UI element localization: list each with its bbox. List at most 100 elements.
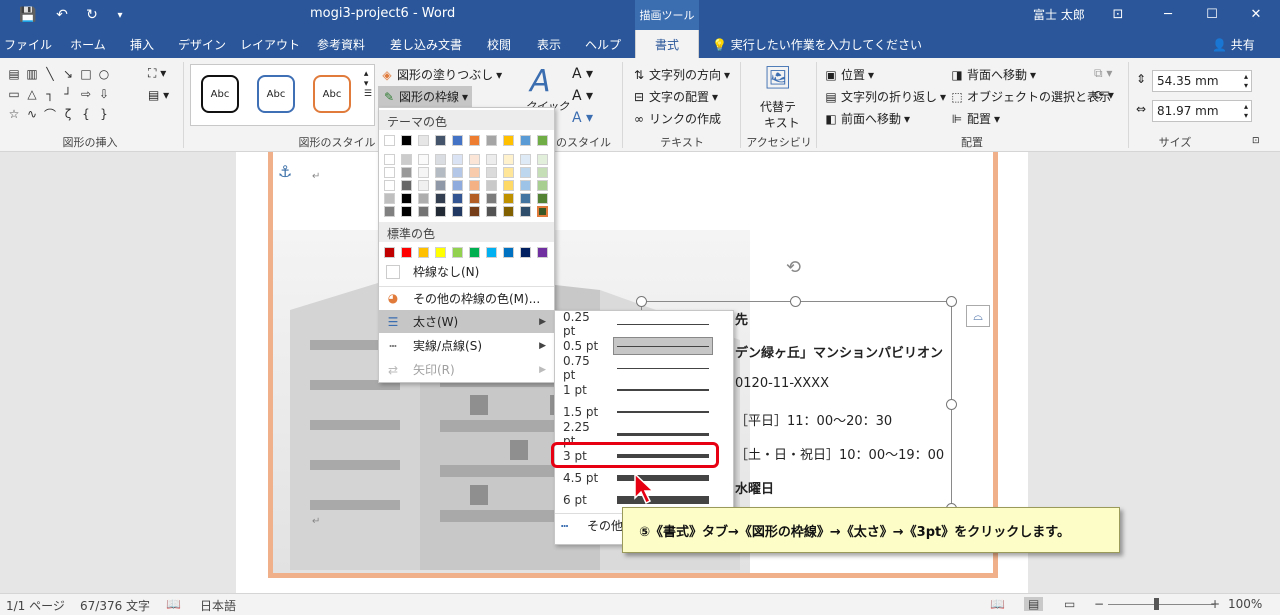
zoom-slider[interactable]: [1108, 604, 1214, 605]
freeform-icon[interactable]: ⌒: [42, 106, 58, 122]
theme-color-swatch[interactable]: [537, 135, 548, 146]
rotate-objects-icon[interactable]: ⟳ ▾: [1094, 88, 1114, 102]
theme-color-shade-swatch[interactable]: [520, 206, 531, 217]
more-outline-colors-item[interactable]: ◕ その他の枠線の色(M)...: [379, 286, 554, 309]
theme-color-shade-swatch[interactable]: [469, 206, 480, 217]
print-layout-icon[interactable]: ▤: [1024, 597, 1044, 611]
save-icon[interactable]: 💾: [16, 4, 40, 26]
standard-color-swatch[interactable]: [452, 247, 463, 258]
tab-format[interactable]: 書式: [635, 30, 699, 58]
theme-color-shade-swatch[interactable]: [469, 154, 480, 165]
theme-color-swatch[interactable]: [384, 135, 395, 146]
brace-left-icon[interactable]: {: [78, 106, 94, 122]
theme-color-shade-swatch[interactable]: [503, 167, 514, 178]
draw-text-box-icon[interactable]: ▤ ▾: [148, 88, 169, 102]
size-dialog-launcher-icon[interactable]: ⊡: [1252, 136, 1260, 146]
weight-item[interactable]: ☰ 太さ(W) ▶: [379, 310, 554, 333]
tab-view[interactable]: 表示: [526, 30, 572, 58]
read-mode-icon[interactable]: 📖: [990, 597, 1005, 611]
tab-help[interactable]: ヘルプ: [576, 30, 630, 58]
triangle-icon[interactable]: △: [24, 86, 40, 102]
theme-color-shade-swatch[interactable]: [452, 193, 463, 204]
language[interactable]: 日本語: [200, 597, 236, 614]
theme-color-shade-swatch[interactable]: [452, 167, 463, 178]
theme-color-swatch[interactable]: [435, 135, 446, 146]
curve-icon[interactable]: ∿: [24, 106, 40, 122]
theme-color-shade-swatch[interactable]: [520, 180, 531, 191]
theme-color-shade-swatch[interactable]: [452, 206, 463, 217]
bring-forward-button[interactable]: ◧ 前面へ移動 ▾: [824, 110, 910, 127]
gallery-scroll-icon[interactable]: ▴ ▾ ☰: [364, 69, 372, 99]
standard-color-swatch[interactable]: [503, 247, 514, 258]
tab-design[interactable]: デザイン: [170, 30, 234, 58]
theme-color-swatch[interactable]: [418, 135, 429, 146]
theme-color-shade-swatch[interactable]: [537, 180, 548, 191]
align-text-button[interactable]: ⊟ 文字の配置 ▾: [632, 88, 718, 105]
standard-color-swatch[interactable]: [486, 247, 497, 258]
theme-color-shade-swatch[interactable]: [401, 206, 412, 217]
theme-color-shade-swatch[interactable]: [486, 180, 497, 191]
theme-color-shade-swatch[interactable]: [503, 154, 514, 165]
share-button[interactable]: 👤 共有: [1212, 36, 1255, 53]
down-arrow-icon[interactable]: ⇩: [96, 86, 112, 102]
rect2-icon[interactable]: ▭: [6, 86, 22, 102]
theme-color-shade-swatch[interactable]: [537, 167, 548, 178]
shape-width-input[interactable]: 81.97 mm ▴ ▾: [1152, 100, 1252, 122]
rectangle-icon[interactable]: □: [78, 66, 94, 82]
width-spinner-icon[interactable]: ▴ ▾: [1244, 102, 1248, 120]
shape-fill-button[interactable]: ◈ 図形の塗りつぶし ▾: [380, 66, 502, 83]
word-count[interactable]: 67/376 文字: [80, 597, 150, 614]
tab-mailings[interactable]: 差し込み文書: [380, 30, 472, 58]
page-count[interactable]: 1/1 ページ: [6, 597, 65, 614]
theme-color-shade-swatch[interactable]: [486, 193, 497, 204]
vertical-text-box-icon[interactable]: ▥: [24, 66, 40, 82]
theme-color-shade-swatch[interactable]: [537, 206, 548, 217]
theme-color-shade-swatch[interactable]: [520, 167, 531, 178]
theme-color-shade-swatch[interactable]: [435, 167, 446, 178]
oval-icon[interactable]: ○: [96, 66, 112, 82]
theme-color-shade-swatch[interactable]: [401, 154, 412, 165]
minimize-button[interactable]: ─: [1148, 2, 1188, 26]
tab-layout[interactable]: レイアウト: [236, 30, 304, 58]
text-box-icon[interactable]: ▤: [6, 66, 22, 82]
create-link-button[interactable]: ∞ リンクの作成: [632, 110, 721, 127]
alt-text-label-2[interactable]: キスト: [764, 114, 800, 131]
theme-color-shade-swatch[interactable]: [401, 167, 412, 178]
theme-color-shade-swatch[interactable]: [520, 154, 531, 165]
resize-handle[interactable]: [636, 296, 647, 307]
theme-color-shade-swatch[interactable]: [435, 193, 446, 204]
connector-icon[interactable]: ┐: [42, 86, 58, 102]
standard-color-swatch[interactable]: [469, 247, 480, 258]
theme-color-shade-swatch[interactable]: [384, 193, 395, 204]
text-fill-icon[interactable]: A ▾: [572, 66, 593, 82]
theme-color-shade-swatch[interactable]: [435, 180, 446, 191]
text-effects-icon[interactable]: A ▾: [572, 110, 593, 126]
edit-shape-icon[interactable]: ⛶ ▾: [148, 66, 166, 81]
theme-color-swatch[interactable]: [486, 135, 497, 146]
style-preset-blue[interactable]: Abc: [257, 75, 295, 113]
tab-file[interactable]: ファイル: [0, 30, 56, 58]
group-objects-icon[interactable]: ⧉ ▾: [1094, 66, 1112, 81]
theme-color-shade-swatch[interactable]: [486, 154, 497, 165]
line-icon[interactable]: ╲: [42, 66, 58, 82]
shape-height-input[interactable]: 54.35 mm ▴ ▾: [1152, 70, 1252, 92]
tab-review[interactable]: 校閲: [476, 30, 522, 58]
standard-color-swatch[interactable]: [384, 247, 395, 258]
theme-color-shade-swatch[interactable]: [486, 167, 497, 178]
undo-icon[interactable]: ↶: [50, 4, 74, 26]
shape-style-gallery[interactable]: Abc Abc Abc ▴ ▾ ☰: [190, 64, 375, 126]
theme-color-shade-swatch[interactable]: [469, 180, 480, 191]
standard-color-swatch[interactable]: [537, 247, 548, 258]
selection-pane-button[interactable]: ⬚ オブジェクトの選択と表示: [950, 88, 1111, 105]
zoom-slider-thumb[interactable]: [1154, 598, 1159, 610]
resize-handle[interactable]: [790, 296, 801, 307]
zoom-out-icon[interactable]: −: [1094, 597, 1104, 611]
redo-icon[interactable]: ↻: [80, 4, 104, 26]
text-direction-button[interactable]: ⇅ 文字列の方向 ▾: [632, 66, 730, 83]
theme-color-shade-swatch[interactable]: [418, 180, 429, 191]
shape-outline-button[interactable]: ✎ 図形の枠線 ▾: [378, 86, 473, 107]
theme-color-shade-swatch[interactable]: [452, 154, 463, 165]
shapes-gallery[interactable]: ▤ ▥ ╲ ↘ □ ○ ▭ △ ┐ ┘ ⇨ ⇩ ☆ ∿ ⌒ ζ { }: [4, 64, 139, 124]
text-outline-icon[interactable]: A ▾: [572, 88, 593, 104]
right-arrow-icon[interactable]: ⇨: [78, 86, 94, 102]
